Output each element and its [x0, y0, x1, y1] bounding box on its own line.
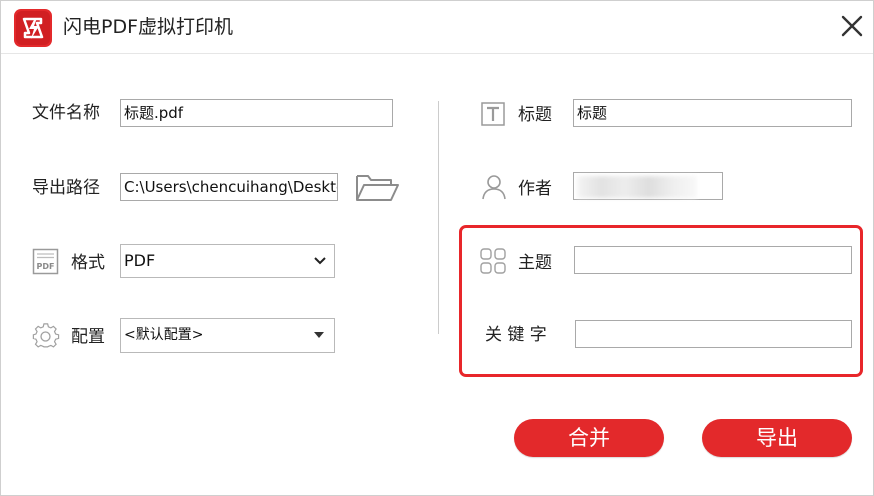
format-label: 格式	[71, 253, 105, 273]
format-select-value: PDF	[124, 251, 156, 270]
author-label: 作者	[518, 179, 552, 199]
text-t-icon	[481, 102, 505, 126]
output-path-input[interactable]: C:\Users\chencuihang\Desktop	[120, 173, 338, 201]
format-select[interactable]: PDF	[120, 244, 335, 278]
config-select[interactable]: <默认配置>	[120, 318, 335, 353]
keywords-input[interactable]	[575, 320, 852, 348]
title-label: 标题	[518, 105, 552, 125]
config-label: 配置	[71, 327, 105, 347]
window-title: 闪电PDF虚拟打印机	[63, 16, 234, 38]
dropdown-arrow-icon	[314, 332, 324, 338]
pdf-file-icon: PDF	[32, 248, 59, 275]
printer-dialog: 闪电PDF虚拟打印机 文件名称 标题.pdf 导出路径 C:\Users\che…	[0, 0, 874, 496]
chevron-down-icon	[314, 257, 326, 265]
config-select-value: <默认配置>	[124, 327, 204, 343]
export-button[interactable]: 导出	[702, 419, 852, 457]
redacted-author-blur	[577, 176, 697, 198]
gear-icon	[32, 323, 60, 348]
subject-label: 主题	[518, 253, 552, 273]
title-input[interactable]: 标题	[573, 99, 852, 127]
svg-text:PDF: PDF	[37, 262, 55, 271]
title-bar: 闪电PDF虚拟打印机	[1, 1, 873, 54]
grid-icon	[480, 248, 506, 274]
filename-label: 文件名称	[32, 103, 100, 123]
filename-input[interactable]: 标题.pdf	[120, 99, 393, 127]
user-icon	[482, 175, 506, 200]
column-divider	[438, 101, 439, 334]
close-icon[interactable]	[837, 11, 867, 41]
merge-button[interactable]: 合并	[514, 419, 664, 457]
keywords-label: 关 键 字	[485, 325, 547, 345]
output-path-label: 导出路径	[32, 178, 100, 198]
app-logo-icon	[14, 9, 52, 47]
subject-input[interactable]	[574, 246, 852, 274]
folder-open-icon[interactable]	[354, 171, 400, 203]
